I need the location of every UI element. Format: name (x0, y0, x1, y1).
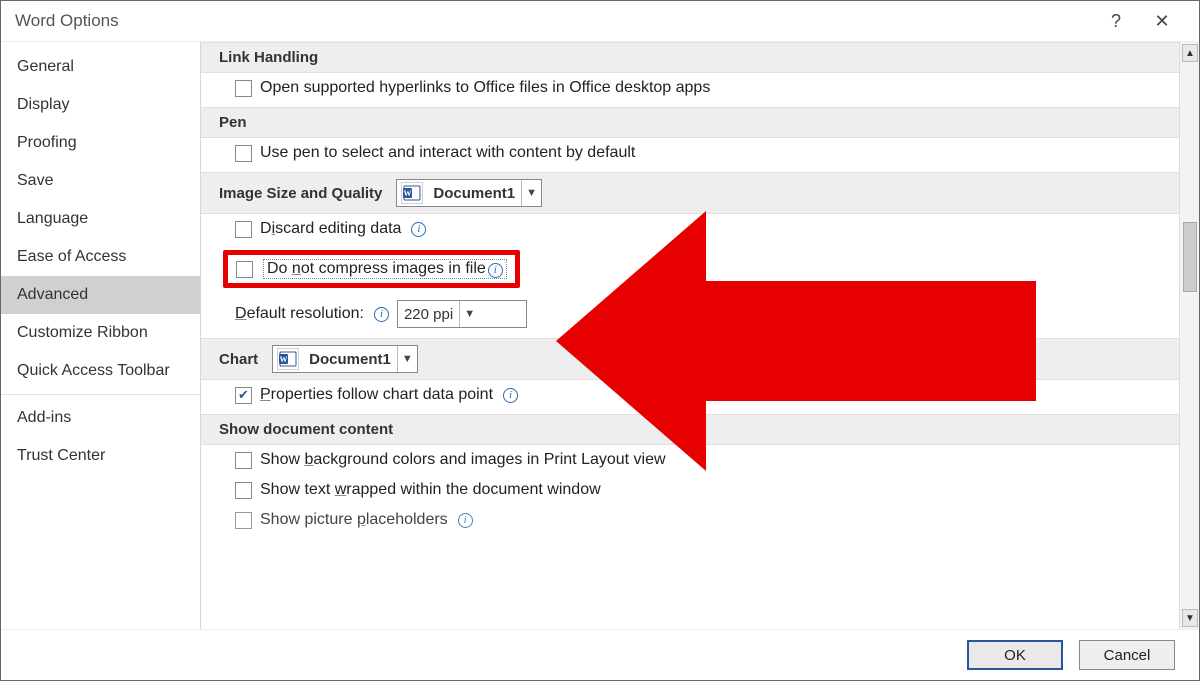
checkbox-use-pen[interactable] (235, 145, 252, 162)
help-button[interactable]: ? (1093, 1, 1139, 41)
options-content: Link Handling Open supported hyperlinks … (201, 42, 1179, 629)
info-icon[interactable]: i (488, 263, 503, 278)
sidebar-item-display[interactable]: Display (1, 86, 200, 124)
option-show-picture-placeholders[interactable]: Show picture placeholders i (201, 505, 1179, 535)
option-do-not-compress[interactable]: Do not compress images in filei (201, 244, 1179, 294)
sidebar-item-ease-of-access[interactable]: Ease of Access (1, 238, 200, 276)
checkbox-show-text-wrapped[interactable] (235, 482, 252, 499)
svg-text:W: W (280, 355, 288, 364)
info-icon[interactable]: i (411, 222, 426, 237)
info-icon[interactable]: i (374, 307, 389, 322)
option-properties-follow[interactable]: Properties follow chart data point i (201, 380, 1179, 410)
chevron-down-icon: ▼ (459, 301, 479, 327)
sidebar-item-customize-ribbon[interactable]: Customize Ribbon (1, 314, 200, 352)
sidebar-item-add-ins[interactable]: Add-ins (1, 399, 200, 437)
checkbox-show-picture-placeholders[interactable] (235, 512, 252, 529)
label-use-pen: Use pen to select and interact with cont… (260, 144, 635, 162)
section-title: Link Handling (219, 49, 318, 66)
sidebar-item-trust-center[interactable]: Trust Center (1, 437, 200, 475)
checkbox-discard-editing[interactable] (235, 221, 252, 238)
checkbox-open-hyperlinks[interactable] (235, 80, 252, 97)
option-discard-editing-data[interactable]: Discard editing data i (201, 214, 1179, 244)
combo-text: 220 ppi (398, 306, 459, 323)
ok-button[interactable]: OK (967, 640, 1063, 670)
vertical-scrollbar[interactable]: ▲ ▼ (1179, 42, 1199, 629)
chart-document-combo[interactable]: W Document1 ▼ (272, 345, 418, 373)
chevron-down-icon: ▼ (397, 346, 417, 372)
label-do-not-compress: Do not compress images in filei (263, 259, 507, 279)
label-show-picture-placeholders: Show picture placeholders (260, 511, 448, 529)
option-show-bg-colors[interactable]: Show background colors and images in Pri… (201, 445, 1179, 475)
scroll-up-arrow[interactable]: ▲ (1182, 44, 1198, 62)
label-show-bg-colors: Show background colors and images in Pri… (260, 451, 666, 469)
section-image-size-quality: Image Size and Quality W Document1 ▼ (201, 172, 1179, 214)
section-link-handling: Link Handling (201, 42, 1179, 73)
cancel-button[interactable]: Cancel (1079, 640, 1175, 670)
highlight-annotation: Do not compress images in filei (223, 250, 520, 288)
section-show-document-content: Show document content (201, 414, 1179, 445)
section-pen: Pen (201, 107, 1179, 138)
section-title: Image Size and Quality (219, 185, 382, 202)
sidebar-item-save[interactable]: Save (1, 162, 200, 200)
label-open-hyperlinks: Open supported hyperlinks to Office file… (260, 79, 710, 97)
scroll-down-arrow[interactable]: ▼ (1182, 609, 1198, 627)
sidebar-separator (1, 394, 200, 395)
info-icon[interactable]: i (503, 388, 518, 403)
sidebar-item-general[interactable]: General (1, 48, 200, 86)
content-area: Link Handling Open supported hyperlinks … (201, 42, 1199, 629)
close-button[interactable]: ✕ (1139, 1, 1185, 41)
section-chart: Chart W Document1 ▼ (201, 338, 1179, 380)
default-resolution-combo[interactable]: 220 ppi ▼ (397, 300, 527, 328)
combo-text: Document1 (303, 351, 397, 368)
label-properties-follow: Properties follow chart data point (260, 386, 493, 404)
dialog-body: General Display Proofing Save Language E… (1, 41, 1199, 630)
label-show-text-wrapped: Show text wrapped within the document wi… (260, 481, 601, 499)
combo-text: Document1 (427, 185, 521, 202)
label-default-resolution: Default resolution: (235, 305, 364, 323)
scroll-thumb[interactable] (1183, 222, 1197, 292)
chevron-down-icon: ▼ (521, 180, 541, 206)
svg-text:W: W (404, 189, 412, 198)
word-doc-icon: W (401, 182, 423, 204)
sidebar-item-advanced[interactable]: Advanced (1, 276, 200, 314)
sidebar-item-proofing[interactable]: Proofing (1, 124, 200, 162)
label-discard-editing: Discard editing data (260, 220, 401, 238)
option-show-text-wrapped[interactable]: Show text wrapped within the document wi… (201, 475, 1179, 505)
image-quality-document-combo[interactable]: W Document1 ▼ (396, 179, 542, 207)
section-title: Show document content (219, 421, 393, 438)
option-use-pen[interactable]: Use pen to select and interact with cont… (201, 138, 1179, 168)
info-icon[interactable]: i (458, 513, 473, 528)
options-sidebar: General Display Proofing Save Language E… (1, 42, 201, 629)
option-open-hyperlinks[interactable]: Open supported hyperlinks to Office file… (201, 73, 1179, 103)
sidebar-item-language[interactable]: Language (1, 200, 200, 238)
checkbox-show-bg-colors[interactable] (235, 452, 252, 469)
word-options-dialog: Word Options ? ✕ General Display Proofin… (0, 0, 1200, 681)
titlebar: Word Options ? ✕ (1, 1, 1199, 41)
word-doc-icon: W (277, 348, 299, 370)
section-title: Pen (219, 114, 247, 131)
section-title: Chart (219, 351, 258, 368)
checkbox-properties-follow[interactable] (235, 387, 252, 404)
dialog-title: Word Options (15, 11, 119, 31)
option-default-resolution: Default resolution: i 220 ppi ▼ (201, 294, 1179, 334)
dialog-buttons: OK Cancel (1, 630, 1199, 680)
checkbox-do-not-compress[interactable] (236, 261, 253, 278)
sidebar-item-quick-access-toolbar[interactable]: Quick Access Toolbar (1, 352, 200, 390)
